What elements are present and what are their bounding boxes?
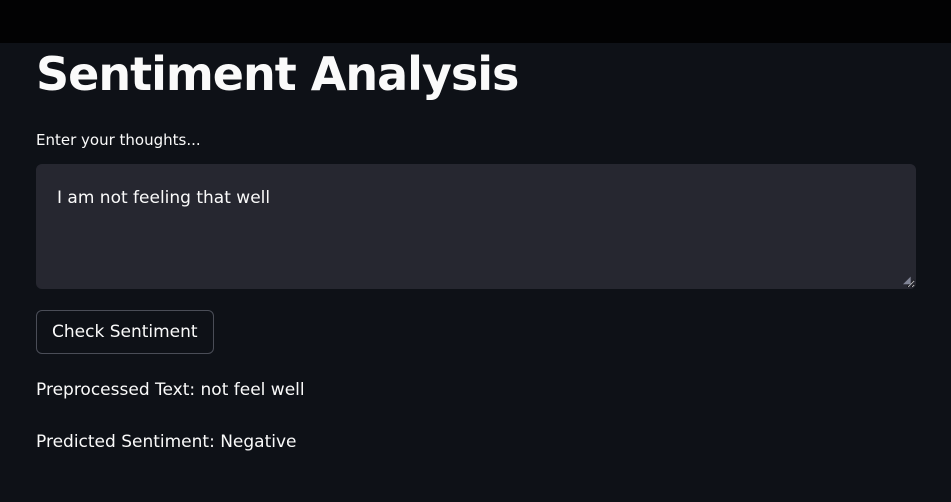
- predicted-sentiment-output: Predicted Sentiment: Negative: [36, 432, 297, 452]
- thoughts-textarea[interactable]: [36, 164, 916, 289]
- preprocessed-text-output: Preprocessed Text: not feel well: [36, 380, 305, 400]
- resize-grip-icon[interactable]: ◢: [903, 276, 913, 286]
- thoughts-label: Enter your thoughts...: [36, 131, 201, 149]
- page-title: Sentiment Analysis: [36, 47, 519, 101]
- check-sentiment-button[interactable]: Check Sentiment: [36, 310, 214, 354]
- app-header-bar: [0, 0, 951, 43]
